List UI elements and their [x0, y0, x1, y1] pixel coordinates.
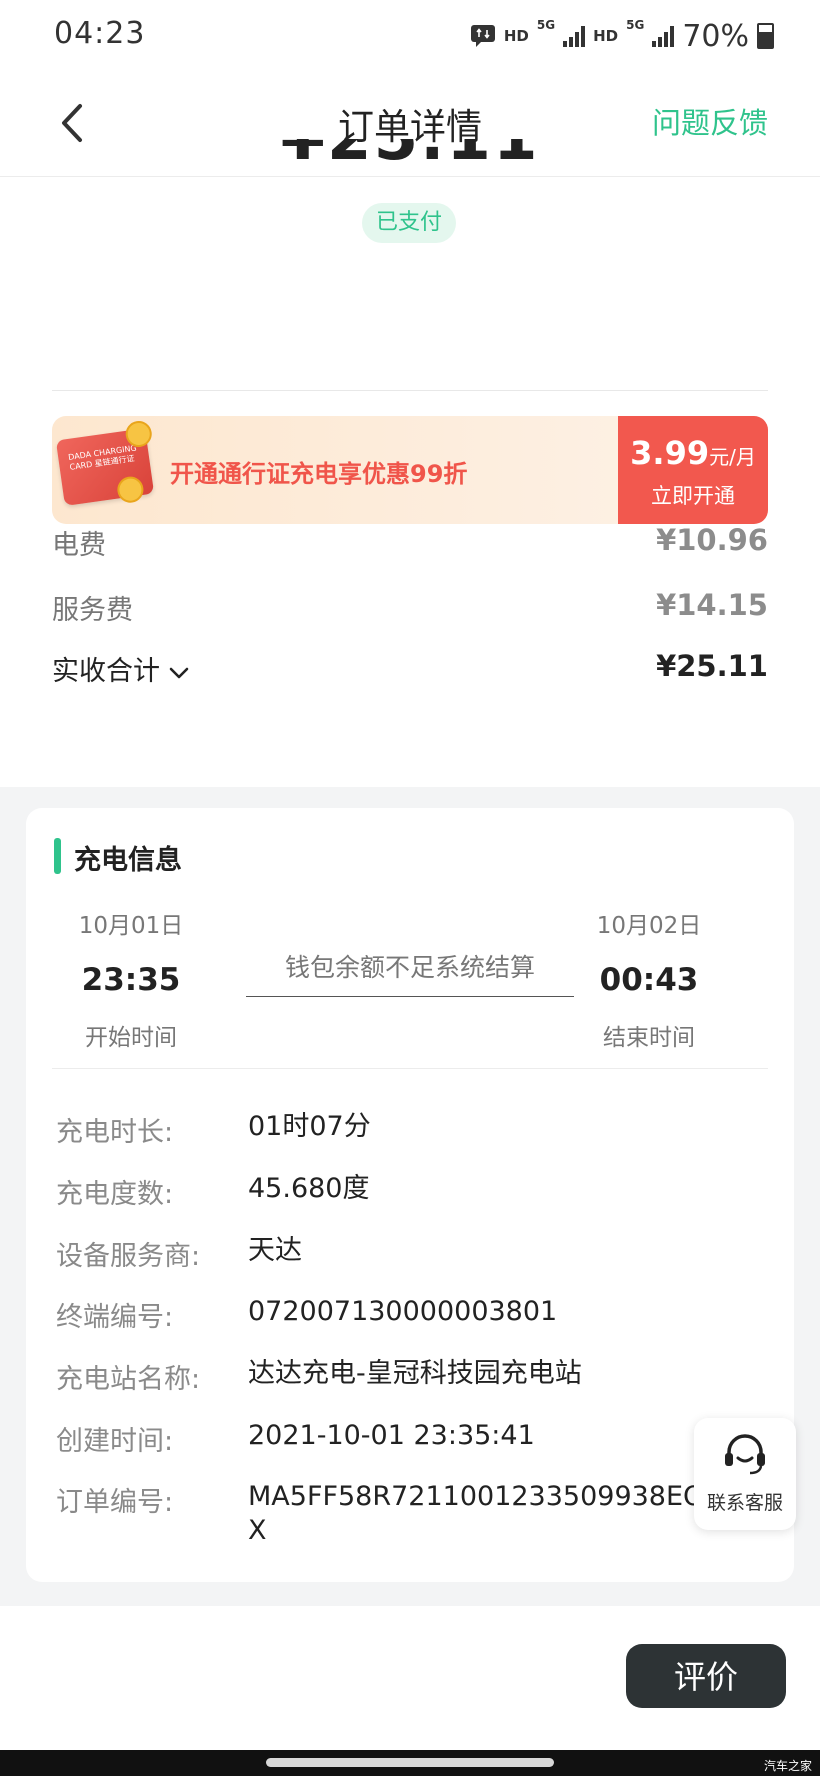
fee-label: 服务费: [52, 595, 133, 626]
detail-label: 充电站名称:: [56, 1364, 201, 1395]
status-icons: HD 5G HD 5G 70%: [470, 18, 774, 54]
divider: [52, 390, 768, 391]
promo-subscribe-button[interactable]: 3.99元/月 立即开通: [618, 416, 768, 524]
fee-row-service: 服务费 ¥14.15: [52, 588, 768, 632]
chevron-down-icon[interactable]: [168, 666, 190, 680]
promo-price: 3.99元/月: [630, 434, 756, 472]
fee-row-total[interactable]: 实收合计 ¥25.11: [52, 649, 768, 693]
service-label: 联系客服: [706, 1492, 783, 1514]
order-amount: ¥25.11: [0, 139, 820, 191]
5g-label: 5G: [536, 18, 556, 32]
detail-value: 天达: [248, 1235, 302, 1266]
end-time: 00:43: [599, 962, 699, 998]
fee-value: ¥14.15: [656, 588, 768, 622]
hd-label: HD: [503, 27, 529, 45]
5g-label-2: 5G: [626, 18, 645, 32]
detail-label: 充电时长:: [56, 1117, 174, 1148]
section-accent: [54, 838, 61, 874]
divider: [52, 1068, 768, 1069]
status-bar: 04:23 HD 5G HD 5G 70%: [0, 0, 820, 72]
summary-card: ¥25.11 已支付 DADA CHARGING CARD 星链通行证 开通通行…: [0, 139, 820, 787]
start-date: 10月01日: [78, 913, 184, 939]
fee-row-electricity: 电费 ¥10.96: [52, 523, 768, 567]
detail-label: 终端编号:: [56, 1302, 174, 1333]
battery-percent: 70%: [682, 18, 749, 54]
promo-action: 立即开通: [651, 484, 735, 508]
fee-label: 电费: [52, 530, 106, 561]
contact-service-button[interactable]: 联系客服: [694, 1418, 796, 1530]
detail-label: 订单编号:: [56, 1487, 174, 1518]
review-button[interactable]: 评价: [626, 1644, 786, 1708]
home-indicator[interactable]: [266, 1758, 554, 1767]
fee-value: ¥10.96: [656, 523, 768, 557]
detail-value: MA5FF58R7211001233509938EQX: [248, 1481, 705, 1546]
end-date: 10月02日: [596, 913, 702, 939]
start-time: 23:35: [81, 962, 181, 998]
hd-label-2: HD: [593, 27, 619, 45]
signal-icon: [563, 25, 586, 47]
detail-label: 创建时间:: [56, 1426, 174, 1457]
status-time: 04:23: [54, 16, 146, 51]
detail-value: 072007130000003801: [248, 1296, 558, 1327]
message-icon: [470, 25, 495, 47]
promo-banner[interactable]: DADA CHARGING CARD 星链通行证 开通通行证充电享优惠99折 3…: [52, 416, 768, 524]
settlement-note: 钱包余额不足系统结算: [284, 953, 535, 982]
detail-value: 2021-10-01 23:35:41: [248, 1420, 535, 1451]
coin-icon: [115, 475, 146, 505]
start-time-block: 10月01日 23:35 开始时间: [26, 906, 236, 1052]
charging-info-card: 充电信息 10月01日 23:35 开始时间 钱包余额不足系统结算 10月02日…: [26, 808, 794, 1582]
headset-icon: [725, 1434, 765, 1475]
total-value: ¥25.11: [656, 649, 768, 683]
detail-value: 达达充电-皇冠科技园充电站: [248, 1358, 582, 1389]
start-caption: 开始时间: [85, 1025, 177, 1051]
detail-label: 充电度数:: [56, 1179, 174, 1210]
pass-card-icon: DADA CHARGING CARD 星链通行证: [55, 419, 155, 506]
promo-text: 开通通行证充电享优惠99折: [170, 460, 468, 488]
battery-icon: [757, 23, 774, 49]
detail-label: 设备服务商:: [56, 1241, 201, 1272]
total-label[interactable]: 实收合计: [52, 649, 190, 688]
section-title: 充电信息: [74, 845, 182, 876]
end-caption: 结束时间: [603, 1025, 695, 1051]
feedback-link[interactable]: 问题反馈: [652, 100, 768, 142]
detail-value: 01时07分: [248, 1111, 371, 1142]
bottom-action-bar: 评价: [0, 1606, 820, 1750]
watermark: 汽车之家: [763, 1759, 812, 1773]
end-time-block: 10月02日 00:43 结束时间: [544, 906, 754, 1052]
detail-value: 45.680度: [248, 1173, 370, 1204]
signal-icon: [652, 25, 675, 47]
settlement-line: [246, 996, 574, 997]
status-badge: 已支付: [362, 203, 456, 243]
